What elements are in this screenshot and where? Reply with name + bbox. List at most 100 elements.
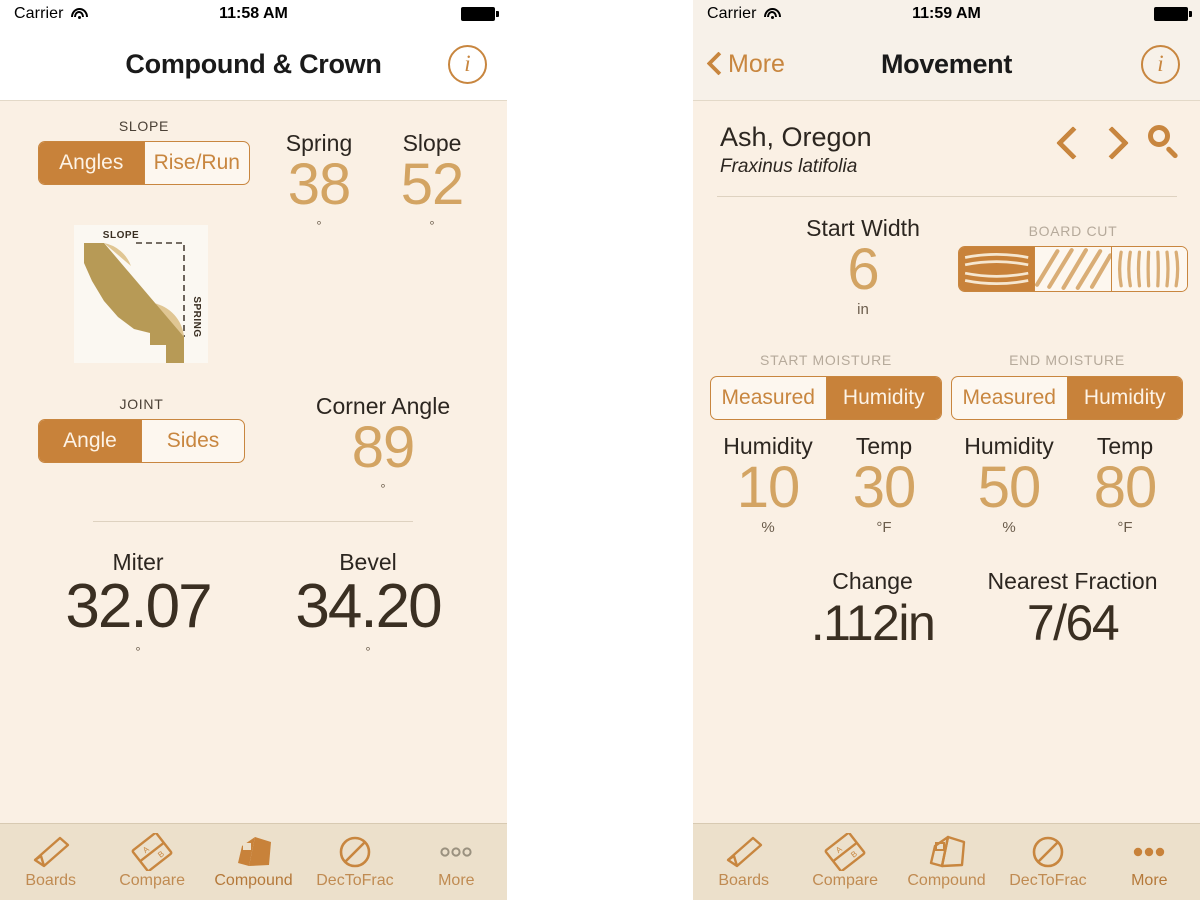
segment-rise-run[interactable]: Rise/Run <box>143 142 250 184</box>
tab-label: Boards <box>25 872 77 889</box>
quarter-sawn-icon[interactable] <box>1110 247 1187 291</box>
joint-group-label: JOINT <box>119 396 164 412</box>
nearest-fraction-value: 7/64 <box>1026 595 1120 651</box>
back-button[interactable]: More <box>707 50 785 79</box>
status-bar-clock: 11:58 AM <box>219 5 288 22</box>
tab-label: DecToFrac <box>316 872 394 889</box>
flat-sawn-icon[interactable] <box>959 247 1035 291</box>
start-humidity-field[interactable]: Humidity 10 % <box>710 433 826 536</box>
nav-bar: More Movement i <box>693 28 1200 101</box>
start-humidity-unit: % <box>761 519 775 537</box>
segment-measured[interactable]: Measured <box>952 377 1067 419</box>
corner-angle-unit: ° <box>380 481 386 497</box>
tab-compare[interactable]: A B Compare <box>101 824 202 890</box>
end-humidity-field[interactable]: Humidity 50 % <box>951 433 1067 536</box>
chevron-left-icon[interactable] <box>1058 124 1080 160</box>
corner-angle-field[interactable]: Corner Angle 89 ° <box>288 393 478 496</box>
board-cut-segmented-control[interactable] <box>958 246 1188 292</box>
slope-unit: ° <box>429 218 435 234</box>
tab-dectofrac[interactable]: DecToFrac <box>304 824 405 890</box>
status-bar-right <box>1154 7 1192 21</box>
start-humidity-value[interactable]: 10 <box>710 458 826 516</box>
tab-boards[interactable]: Boards <box>693 824 794 890</box>
spring-unit: ° <box>316 218 322 234</box>
start-temp-unit: °F <box>876 519 892 537</box>
chevron-right-icon[interactable] <box>1102 124 1124 160</box>
segment-humidity[interactable]: Humidity <box>1066 377 1182 419</box>
start-temp-field[interactable]: Temp 30 °F <box>826 433 942 536</box>
section-divider <box>93 521 413 522</box>
species-header: Ash, Oregon Fraxinus latifolia <box>693 110 1200 200</box>
species-latin-name: Fraxinus latifolia <box>720 156 858 177</box>
tab-label: More <box>438 872 475 889</box>
start-moisture-label: START MOISTURE <box>760 352 892 368</box>
segment-angle[interactable]: Angle <box>39 420 141 462</box>
tab-label: Boards <box>718 872 770 889</box>
phone-screen-movement: Carrier 11:59 AM More Movement i Ash, Or… <box>693 0 1200 900</box>
tab-label: More <box>1131 872 1168 889</box>
segment-measured[interactable]: Measured <box>711 377 826 419</box>
back-button-label: More <box>728 49 785 78</box>
start-width-unit: in <box>857 301 869 319</box>
segment-angles[interactable]: Angles <box>39 142 144 184</box>
compare-icon: A B <box>822 833 868 871</box>
slope-group-label: SLOPE <box>118 118 170 134</box>
dectofrac-icon <box>1025 833 1071 871</box>
tab-compound[interactable]: Compound <box>896 824 997 890</box>
joint-mode-segmented-control[interactable]: Angle Sides <box>38 419 245 463</box>
battery-icon <box>461 7 499 21</box>
status-bar-clock: 11:59 AM <box>912 5 981 22</box>
start-width-value[interactable]: 6 <box>733 240 993 298</box>
end-humidity-value[interactable]: 50 <box>951 458 1067 516</box>
status-bar: Carrier 11:59 AM <box>693 0 1200 28</box>
tab-bar: Boards A B Compare Compound DecToFrac Mo… <box>693 823 1200 900</box>
species-common-name: Ash, Oregon <box>720 122 872 152</box>
status-bar-right <box>461 7 499 21</box>
species-nav-controls <box>1058 124 1182 160</box>
rift-sawn-icon[interactable] <box>1034 247 1111 291</box>
end-temp-field[interactable]: Temp 80 °F <box>1067 433 1183 536</box>
end-moisture-segmented-control[interactable]: Measured Humidity <box>951 376 1183 420</box>
joint-mode-group: JOINT Angle Sides <box>38 396 245 463</box>
status-bar: Carrier 11:58 AM <box>0 0 507 28</box>
miter-result: Miter 32.07 ° <box>10 549 266 659</box>
start-moisture-group: START MOISTURE Measured Humidity Humidit… <box>710 352 942 536</box>
corner-angle-value[interactable]: 89 <box>288 418 478 476</box>
tab-more[interactable]: More <box>1099 824 1200 890</box>
segment-sides[interactable]: Sides <box>141 420 244 462</box>
info-circle-icon[interactable]: i <box>448 44 487 84</box>
page-title: Compound & Crown <box>125 48 382 79</box>
tab-label: DecToFrac <box>1009 872 1087 889</box>
spring-field[interactable]: Spring 38 ° <box>260 130 378 233</box>
section-divider <box>717 196 1177 197</box>
tab-dectofrac[interactable]: DecToFrac <box>997 824 1098 890</box>
svg-text:SLOPE: SLOPE <box>103 230 139 241</box>
nearest-fraction-result: Nearest Fraction 7/64 <box>955 568 1190 653</box>
start-moisture-segmented-control[interactable]: Measured Humidity <box>710 376 942 420</box>
search-icon[interactable] <box>1146 124 1182 160</box>
slope-field[interactable]: Slope 52 ° <box>373 130 491 233</box>
end-moisture-label: END MOISTURE <box>1009 352 1125 368</box>
battery-icon <box>1154 7 1192 21</box>
end-temp-unit: °F <box>1117 519 1133 537</box>
tab-label: Compare <box>119 872 186 889</box>
tab-label: Compound <box>214 872 293 889</box>
start-width-field[interactable]: Start Width 6 in <box>733 215 993 318</box>
slope-value[interactable]: 52 <box>373 155 491 213</box>
tab-compound[interactable]: Compound <box>203 824 304 890</box>
bevel-value: 34.20 <box>295 572 442 641</box>
tab-more[interactable]: More <box>406 824 507 890</box>
info-circle-icon[interactable]: i <box>1141 44 1180 84</box>
chevron-left-icon <box>707 52 722 77</box>
end-moisture-values: Humidity 50 % Temp 80 °F <box>951 433 1183 536</box>
tab-boards[interactable]: Boards <box>0 824 101 890</box>
miter-unit: ° <box>135 644 141 659</box>
start-temp-value[interactable]: 30 <box>826 458 942 516</box>
segment-humidity[interactable]: Humidity <box>825 377 941 419</box>
tab-compare[interactable]: A B Compare <box>794 824 895 890</box>
board-icon <box>28 833 74 871</box>
spring-value[interactable]: 38 <box>260 155 378 213</box>
end-temp-value[interactable]: 80 <box>1067 458 1183 516</box>
slope-mode-segmented-control[interactable]: Angles Rise/Run <box>38 141 250 185</box>
compound-icon <box>231 833 277 871</box>
